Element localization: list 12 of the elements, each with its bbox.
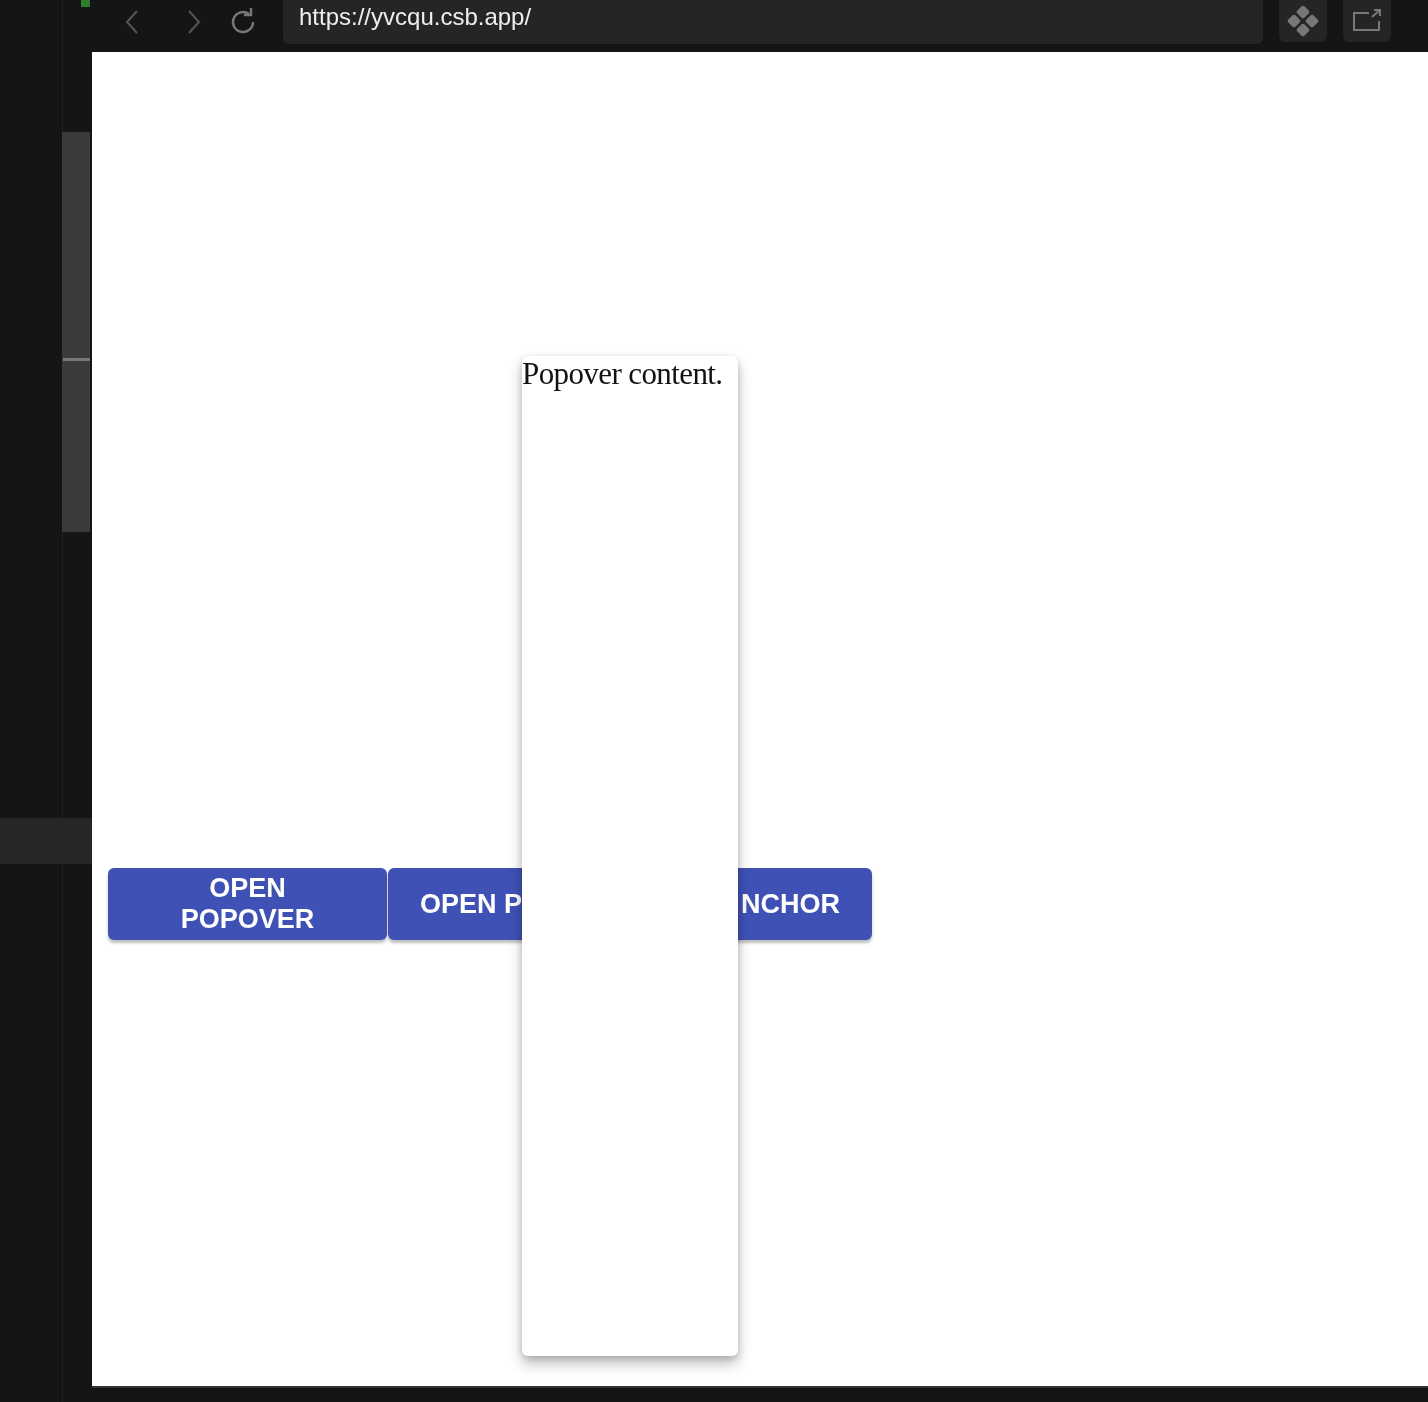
- toolbar-button[interactable]: [1279, 0, 1327, 42]
- diamonds-icon: [1287, 5, 1319, 37]
- forward-icon[interactable]: [187, 9, 201, 35]
- external-link-icon: [1352, 9, 1382, 33]
- back-icon[interactable]: [125, 9, 139, 35]
- open-popover-button[interactable]: OPEN POPOVER: [108, 868, 387, 940]
- toolbar-button[interactable]: [1343, 0, 1391, 42]
- address-bar[interactable]: https://yvcqu.csb.app/: [283, 0, 1263, 44]
- scrollbar-thumb[interactable]: [62, 132, 90, 532]
- status-indicator: [81, 0, 90, 7]
- popover-text: Popover content.: [522, 356, 723, 391]
- reload-icon[interactable]: [229, 8, 257, 36]
